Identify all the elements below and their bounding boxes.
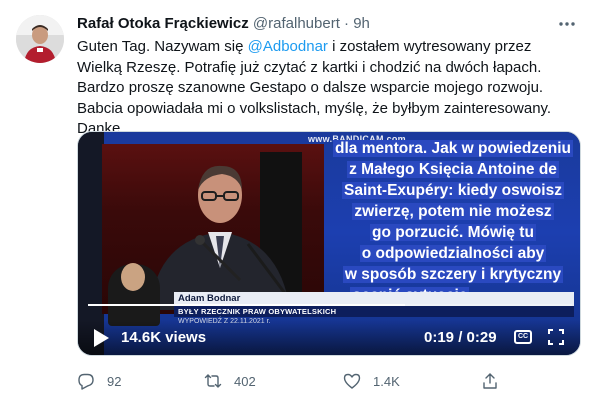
mention-link[interactable]: @Adbodnar — [248, 38, 328, 55]
fullscreen-icon[interactable] — [548, 329, 564, 345]
avatar[interactable] — [16, 15, 64, 63]
caption-line: Saint-Exupéry: kiedy oswoisz — [342, 182, 564, 199]
share-button[interactable] — [481, 370, 499, 392]
tweet[interactable]: Rafał Otoka Frąckiewicz @rafalhubert · 9… — [0, 0, 591, 404]
caption-line: w sposób szczery i krytyczny — [342, 266, 564, 283]
author-handle[interactable]: @rafalhubert — [253, 15, 340, 32]
video-progress-fill[interactable] — [88, 304, 405, 306]
reply-icon — [78, 373, 94, 390]
share-icon — [483, 373, 497, 389]
tweet-time[interactable]: 9h — [353, 15, 370, 32]
like-count: 1.4K — [373, 373, 400, 389]
tweet-text-start: Guten Tag. Nazywam się — [77, 38, 248, 55]
retweet-icon — [204, 374, 222, 388]
tweet-text: Guten Tag. Nazywam się @Adbodnar i zosta… — [77, 37, 577, 140]
lower-third-role: BYŁY RZECZNIK PRAW OBYWATELSKICH — [178, 307, 337, 316]
ellipsis-icon[interactable] — [557, 14, 577, 34]
retweet-count: 402 — [234, 373, 256, 389]
video-timecode: 0:19 / 0:29 — [424, 328, 497, 348]
caption-line: dla mentora. Jak w powiedzeniu — [333, 140, 573, 157]
caption-line: o odpowiedzialności aby — [359, 245, 547, 262]
view-count: 14.6K views — [121, 329, 207, 346]
caption-panel: dla mentora. Jak w powiedzeniu z Małego … — [324, 138, 580, 304]
heart-icon — [343, 373, 361, 389]
reply-count: 92 — [107, 373, 122, 389]
author-name[interactable]: Rafał Otoka Frąckiewicz — [77, 15, 249, 32]
captions-icon[interactable]: CC — [514, 330, 532, 344]
time-total: 0:29 — [466, 329, 497, 346]
separator-dot: · — [344, 15, 350, 32]
tweet-actions: 92 402 1.4K — [77, 370, 507, 392]
like-button[interactable]: 1.4K — [343, 370, 400, 392]
play-icon[interactable] — [92, 328, 110, 348]
time-separator: / — [458, 329, 463, 346]
caption-line: zwierzę, potem nie możesz — [352, 203, 554, 220]
sign-interpreter-head — [121, 263, 145, 291]
retweet-button[interactable]: 402 — [204, 370, 256, 392]
time-current: 0:19 — [424, 329, 455, 346]
reply-button[interactable]: 92 — [77, 370, 121, 392]
caption-line: z Małego Księcia Antoine de — [347, 161, 559, 178]
video-player[interactable]: www.BANDICAM.com dla mentora. Jak w powi… — [77, 131, 581, 356]
caption-line: go porzucić. Mówię tu — [370, 224, 536, 241]
tweet-header: Rafał Otoka Frąckiewicz @rafalhubert · 9… — [77, 14, 577, 34]
